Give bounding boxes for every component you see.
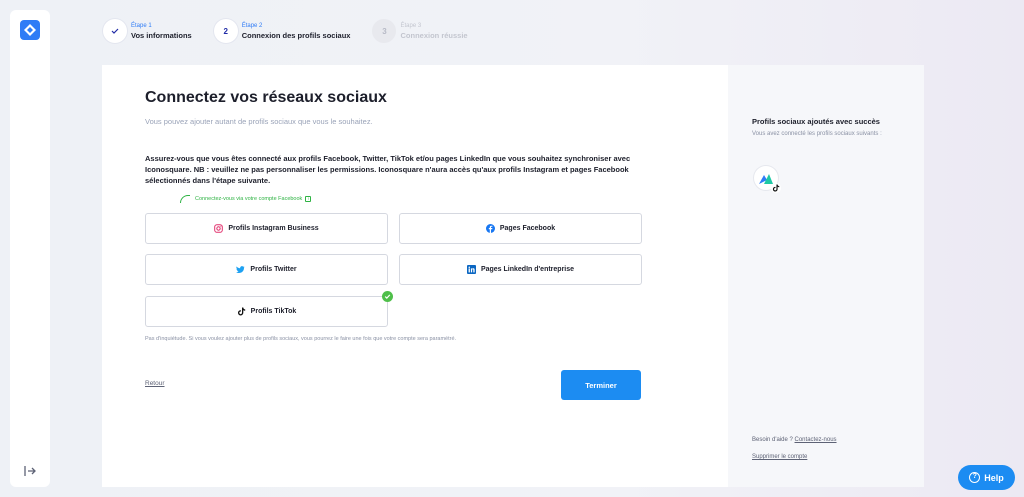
connected-profiles-panel: Profils sociaux ajoutés avec succès Vous… xyxy=(728,65,924,487)
step-3-number: 3 xyxy=(372,19,397,43)
step-2-number: 2 xyxy=(213,19,238,43)
back-link[interactable]: Retour xyxy=(145,380,165,387)
connection-notice: Assurez-vous que vous êtes connecté aux … xyxy=(145,154,631,185)
connected-check-icon xyxy=(382,291,393,302)
step-1-check-icon xyxy=(103,19,127,43)
hint-arrow-icon xyxy=(180,195,190,203)
step-1-title: Vos informations xyxy=(131,31,192,40)
instagram-button-label: Profils Instagram Business xyxy=(228,225,319,232)
twitter-button-label: Profils Twitter xyxy=(250,266,297,273)
main-card: Connectez vos réseaux sociaux Vous pouve… xyxy=(102,65,728,487)
contact-us-link[interactable]: Contactez-nous xyxy=(795,437,837,443)
instagram-icon xyxy=(214,224,224,233)
twitter-profiles-button[interactable]: Profils Twitter xyxy=(145,254,388,285)
linkedin-icon xyxy=(466,265,476,274)
linkedin-pages-button[interactable]: Pages LinkedIn d'entreprise xyxy=(399,254,642,285)
twitter-icon xyxy=(236,265,246,274)
left-sidebar xyxy=(10,10,50,487)
help-button-label: Help xyxy=(984,472,1004,483)
linkedin-button-label: Pages LinkedIn d'entreprise xyxy=(480,266,575,273)
tiktok-button-label: Profils TikTok xyxy=(250,308,297,315)
facebook-connect-hint-text: Connectez-vous via votre compte Facebook xyxy=(195,196,303,202)
step-2-kicker: Étape 2 xyxy=(241,23,263,29)
facebook-pages-button[interactable]: Pages Facebook xyxy=(399,213,642,244)
profile-logo-icon xyxy=(759,174,773,184)
facebook-button-label: Pages Facebook xyxy=(499,225,556,232)
step-2: 2 Étape 2 Connexion des profils sociaux xyxy=(213,19,351,43)
step-3: 3 Étape 3 Connexion réussie xyxy=(372,19,468,43)
profile-tiktok-icon xyxy=(771,183,781,193)
step-1-kicker: Étape 1 xyxy=(131,23,152,29)
instagram-profiles-button[interactable]: Profils Instagram Business xyxy=(145,213,388,244)
iconosquare-logo-icon[interactable] xyxy=(19,19,41,41)
step-3-title: Connexion réussie xyxy=(400,31,468,40)
page-title: Connectez vos réseaux sociaux xyxy=(145,89,387,106)
step-1: Étape 1 Vos informations xyxy=(103,19,192,43)
page-subtitle: Vous pouvez ajouter autant de profils so… xyxy=(145,117,373,126)
finish-button[interactable]: Terminer xyxy=(561,370,641,400)
facebook-connect-hint: Connectez-vous via votre compte Facebook… xyxy=(180,195,312,203)
onboarding-stepper: Étape 1 Vos informations 2 Étape 2 Conne… xyxy=(103,19,490,43)
question-icon: ? xyxy=(969,472,981,483)
side-panel-subtitle: Vous avez connecté les profils sociaux s… xyxy=(752,131,882,137)
step-2-title: Connexion des profils sociaux xyxy=(241,31,351,40)
facebook-icon xyxy=(485,224,495,233)
reassurance-text: Pas d'inquiétude. Si vous voulez ajouter… xyxy=(145,336,457,342)
step-3-kicker: Étape 3 xyxy=(400,23,422,29)
tiktok-profiles-button[interactable]: Profils TikTok xyxy=(145,291,393,327)
tiktok-icon xyxy=(237,307,246,316)
help-line: Besoin d'aide ? Contactez-nous xyxy=(752,437,837,443)
side-panel-title: Profils sociaux ajoutés avec succès xyxy=(752,117,880,126)
help-text: Besoin d'aide ? xyxy=(752,437,793,443)
help-button[interactable]: ? Help xyxy=(958,465,1015,490)
delete-account-link[interactable]: Supprimer le compte xyxy=(752,454,807,460)
logout-icon[interactable] xyxy=(23,464,37,478)
info-icon: ! xyxy=(305,196,312,202)
